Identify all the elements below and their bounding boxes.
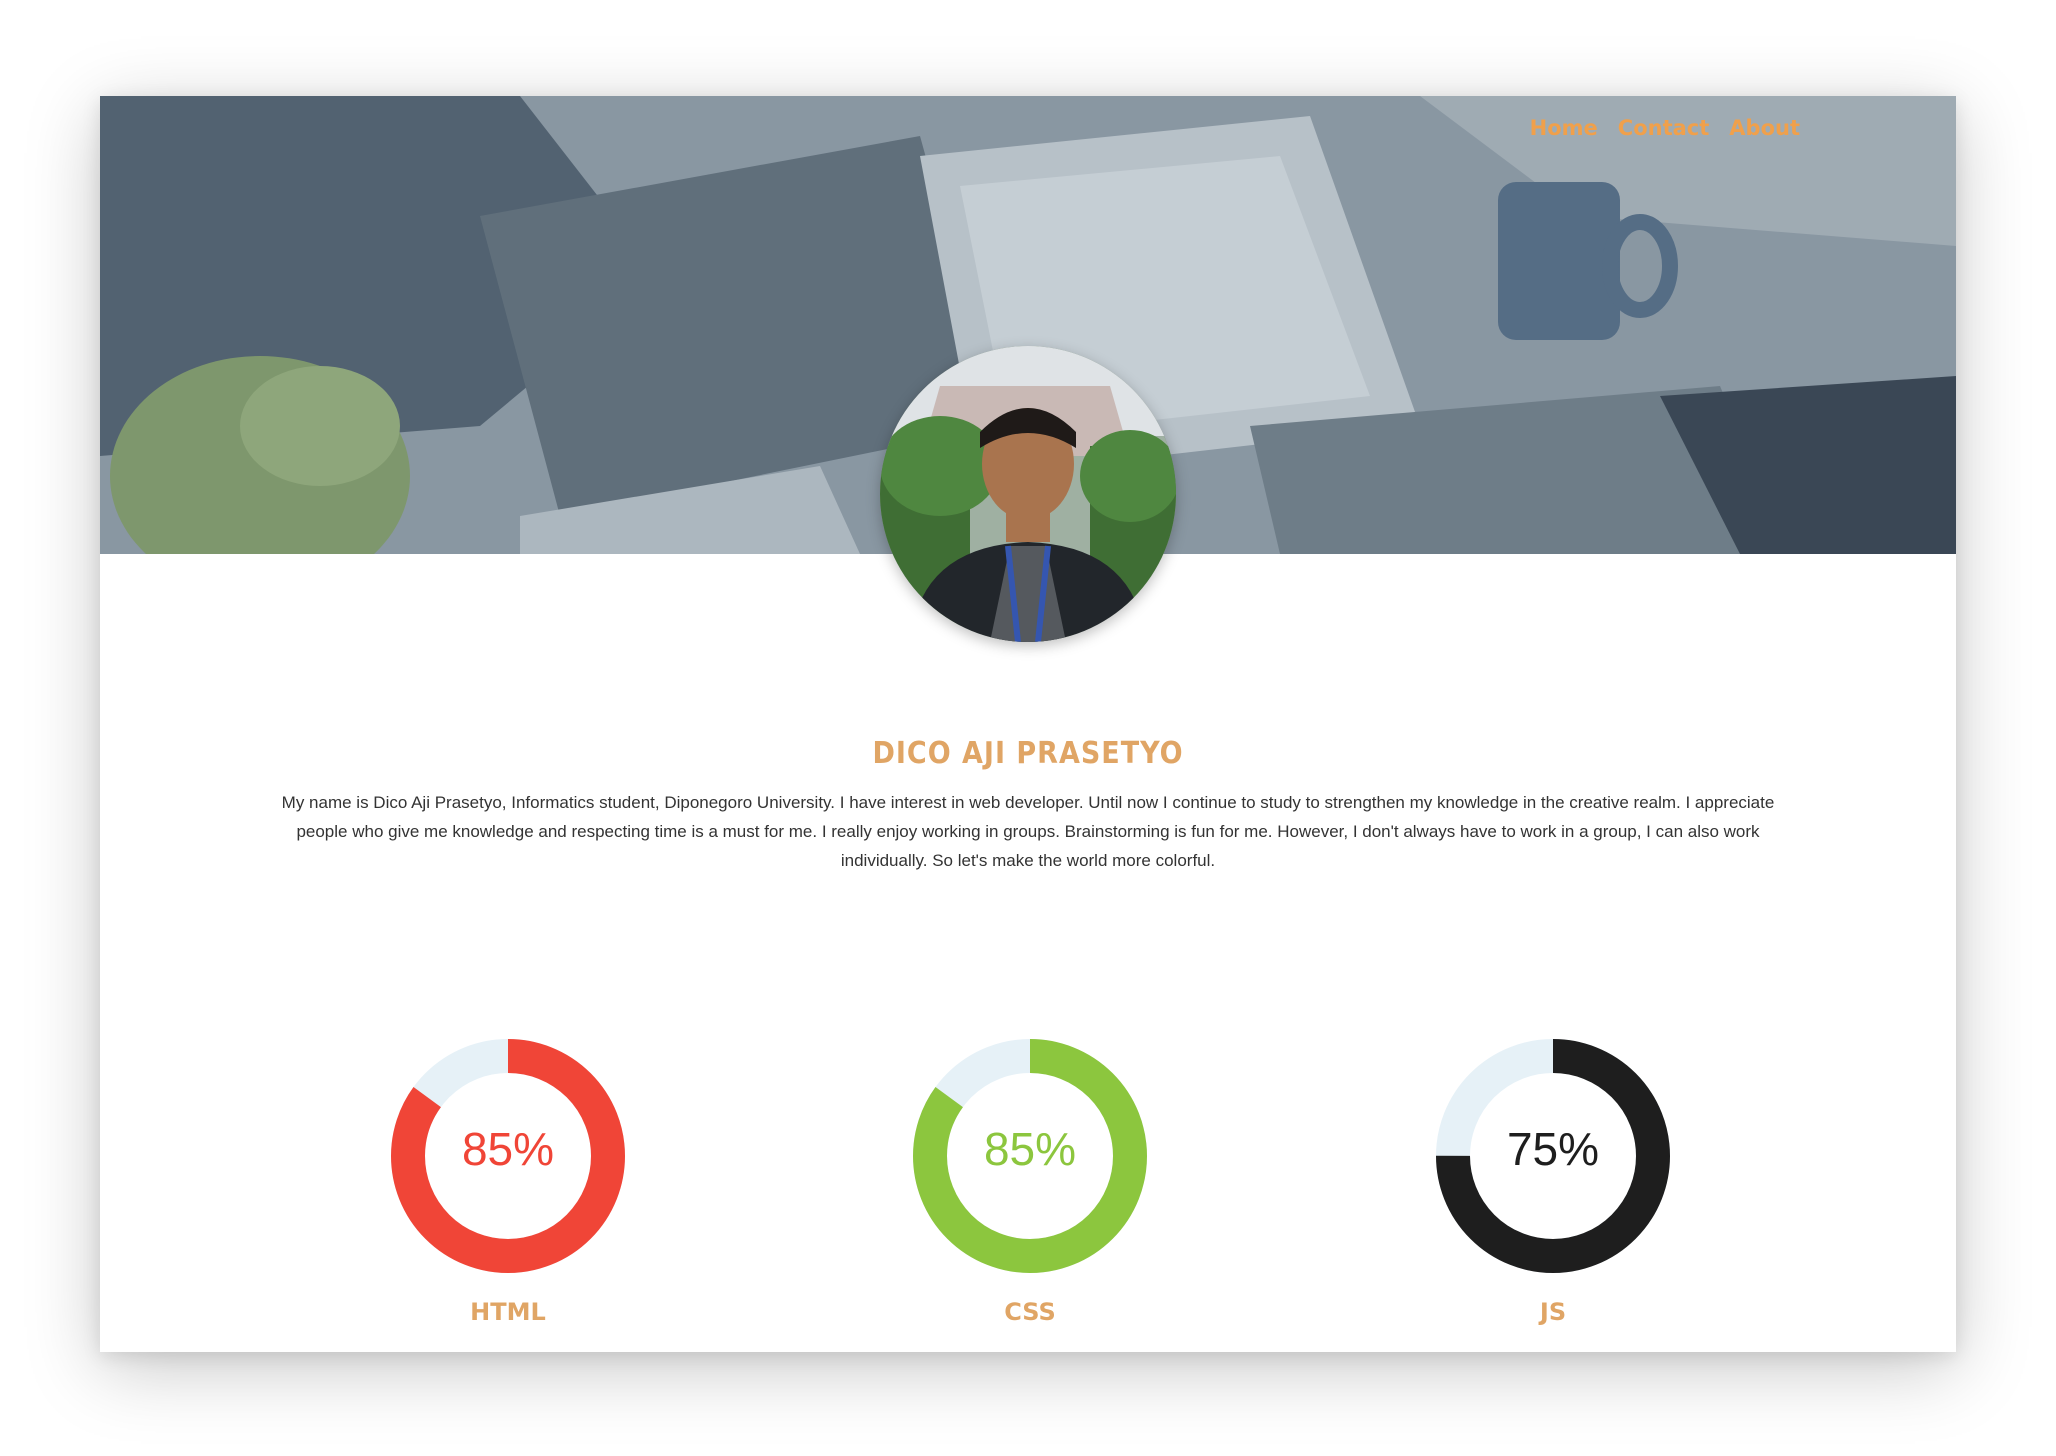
skill-js-label: JS <box>1539 1298 1567 1326</box>
skill-js: 75% JS <box>1433 1036 1673 1336</box>
nav-link-contact[interactable]: Contact <box>1618 116 1710 140</box>
browser-window: Home Contact About DICO AJI PRASETYO My … <box>100 96 1956 1352</box>
profile-photo <box>880 346 1176 642</box>
skill-css: 85% CSS <box>910 1036 1150 1336</box>
skill-css-label: CSS <box>1004 1298 1056 1326</box>
profile-name: DICO AJI PRASETYO <box>872 736 1184 771</box>
skill-css-percent: 85% <box>983 1123 1077 1175</box>
profile-bio: My name is Dico Aji Prasetyo, Informatic… <box>281 793 1775 870</box>
skill-js-percent: 75% <box>1506 1123 1600 1175</box>
nav-link-about[interactable]: About <box>1729 116 1800 140</box>
nav-link-home[interactable]: Home <box>1530 116 1598 140</box>
skill-html-percent: 85% <box>461 1123 555 1175</box>
top-nav: Home Contact About <box>1530 116 1800 140</box>
skill-html: 85% HTML <box>388 1036 628 1336</box>
profile-avatar <box>880 346 1176 642</box>
skill-html-label: HTML <box>470 1298 546 1326</box>
